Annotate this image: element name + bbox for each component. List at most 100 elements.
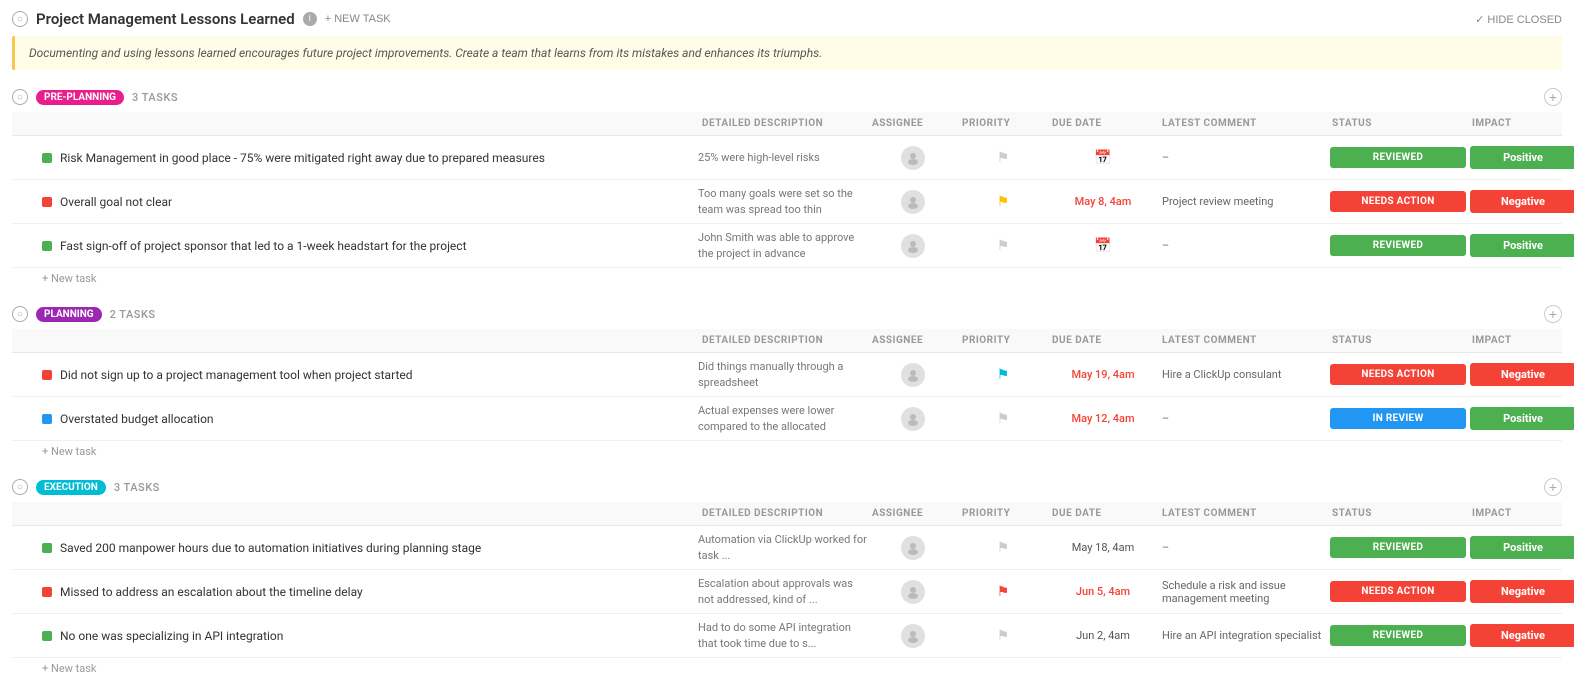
task-name[interactable]: Risk Management in good place - 75% were… [60,151,545,165]
collapse-section-planning[interactable]: ○ [12,306,28,322]
assignee-cell[interactable] [868,363,958,387]
task-row: Saved 200 manpower hours due to automati… [12,526,1562,570]
page-header-left: ○ Project Management Lessons Learned i +… [12,10,391,28]
status-cell[interactable]: REVIEWED [1328,147,1468,168]
impact-cell[interactable]: Negative [1468,624,1574,647]
assignee-cell[interactable] [868,146,958,170]
col-header-2: ASSIGNEE [868,116,958,131]
task-name-cell: Missed to address an escalation about th… [18,585,698,599]
impact-cell[interactable]: Negative [1468,190,1574,213]
status-cell[interactable]: REVIEWED [1328,537,1468,558]
info-icon[interactable]: i [303,12,317,26]
task-name-cell: Overall goal not clear [18,195,698,209]
col-header-0 [18,333,698,348]
due-date-cell[interactable]: Jun 2, 4am [1048,629,1158,642]
assignee-cell[interactable] [868,407,958,431]
page-title: Project Management Lessons Learned [36,10,295,28]
new-task-row-planning[interactable]: + New task [12,441,1562,462]
new-task-row-execution[interactable]: + New task [12,658,1562,679]
status-badge: REVIEWED [1330,625,1466,646]
impact-cell[interactable]: Negative [1468,580,1574,603]
sections-container: ○ PRE-PLANNING 3 TASKS + DETAILED DESCRI… [12,82,1562,679]
assignee-cell[interactable] [868,580,958,604]
priority-cell[interactable]: ⚑ [958,540,1048,556]
status-badge: REVIEWED [1330,235,1466,256]
status-cell[interactable]: NEEDS ACTION [1328,364,1468,385]
status-cell[interactable]: REVIEWED [1328,235,1468,256]
impact-cell[interactable]: Positive [1468,234,1574,257]
due-date-cell[interactable]: Jun 5, 4am [1048,585,1158,598]
impact-cell[interactable]: Positive [1468,146,1574,169]
description-text: Documenting and using lessons learned en… [29,46,822,60]
description-banner: Documenting and using lessons learned en… [12,36,1562,70]
assignee-cell[interactable] [868,190,958,214]
impact-cell[interactable]: Positive [1468,407,1574,430]
col-header-7: IMPACT [1468,506,1574,521]
add-section-btn-execution[interactable]: + [1544,478,1562,496]
col-header-6: STATUS [1328,333,1468,348]
due-date-cell[interactable]: 📅 [1048,238,1158,254]
priority-cell[interactable]: ⚑ [958,411,1048,427]
priority-cell[interactable]: ⚑ [958,150,1048,166]
task-row: Missed to address an escalation about th… [12,570,1562,614]
add-section-btn-planning[interactable]: + [1544,305,1562,323]
priority-cell[interactable]: ⚑ [958,628,1048,644]
new-task-header-btn[interactable]: + NEW TASK [325,13,391,25]
priority-cell[interactable]: ⚑ [958,194,1048,210]
due-date-cell[interactable]: 📅 [1048,150,1158,166]
task-name-cell: Did not sign up to a project management … [18,368,698,382]
task-description: Automation via ClickUp worked for task .… [698,532,868,563]
avatar [901,407,925,431]
status-badge: REVIEWED [1330,537,1466,558]
col-header-5: LATEST COMMENT [1158,116,1328,131]
assignee-cell[interactable] [868,234,958,258]
table-header-pre-planning: DETAILED DESCRIPTIONASSIGNEEPRIORITYDUE … [12,112,1562,136]
task-dot [42,241,52,251]
due-date-cell[interactable]: May 8, 4am [1048,195,1158,208]
priority-flag: ⚑ [997,540,1010,556]
due-date-cell[interactable]: May 18, 4am [1048,541,1158,554]
status-cell[interactable]: REVIEWED [1328,625,1468,646]
assignee-cell[interactable] [868,624,958,648]
task-name[interactable]: No one was specializing in API integrati… [60,629,283,643]
hide-closed-btn[interactable]: ✓ HIDE CLOSED [1475,13,1562,26]
task-name-cell: Saved 200 manpower hours due to automati… [18,541,698,555]
task-name[interactable]: Overstated budget allocation [60,412,214,426]
due-date-cell[interactable]: May 12, 4am [1048,412,1158,425]
add-section-btn-pre-planning[interactable]: + [1544,88,1562,106]
task-name[interactable]: Saved 200 manpower hours due to automati… [60,541,481,555]
task-name[interactable]: Fast sign-off of project sponsor that le… [60,239,467,253]
status-cell[interactable]: NEEDS ACTION [1328,581,1468,602]
task-description: John Smith was able to approve the proje… [698,230,868,261]
task-dot [42,587,52,597]
priority-flag: ⚑ [997,584,1010,600]
col-header-1: DETAILED DESCRIPTION [698,333,868,348]
collapse-section-execution[interactable]: ○ [12,479,28,495]
task-name-cell: Fast sign-off of project sponsor that le… [18,239,698,253]
priority-cell[interactable]: ⚑ [958,367,1048,383]
task-name[interactable]: Did not sign up to a project management … [60,368,413,382]
section-pre-planning: ○ PRE-PLANNING 3 TASKS + DETAILED DESCRI… [12,82,1562,289]
task-description: Did things manually through a spreadshee… [698,359,868,390]
assignee-cell[interactable] [868,536,958,560]
task-dot [42,370,52,380]
impact-cell[interactable]: Negative [1468,363,1574,386]
new-task-row-pre-planning[interactable]: + New task [12,268,1562,289]
impact-cell[interactable]: Positive [1468,536,1574,559]
col-header-4: DUE DATE [1048,116,1158,131]
task-dot [42,197,52,207]
priority-cell[interactable]: ⚑ [958,238,1048,254]
latest-comment-cell: Hire a ClickUp consulant [1158,368,1328,381]
section-header-pre-planning: ○ PRE-PLANNING 3 TASKS + [12,82,1562,112]
task-name[interactable]: Overall goal not clear [60,195,172,209]
status-cell[interactable]: NEEDS ACTION [1328,191,1468,212]
priority-flag: ⚑ [997,367,1010,383]
due-date-cell[interactable]: May 19, 4am [1048,368,1158,381]
task-name[interactable]: Missed to address an escalation about th… [60,585,363,599]
priority-cell[interactable]: ⚑ [958,584,1048,600]
collapse-section-pre-planning[interactable]: ○ [12,89,28,105]
collapse-page-btn[interactable]: ○ [12,11,28,27]
section-planning: ○ PLANNING 2 TASKS + DETAILED DESCRIPTIO… [12,299,1562,462]
col-header-1: DETAILED DESCRIPTION [698,506,868,521]
status-cell[interactable]: IN REVIEW [1328,408,1468,429]
